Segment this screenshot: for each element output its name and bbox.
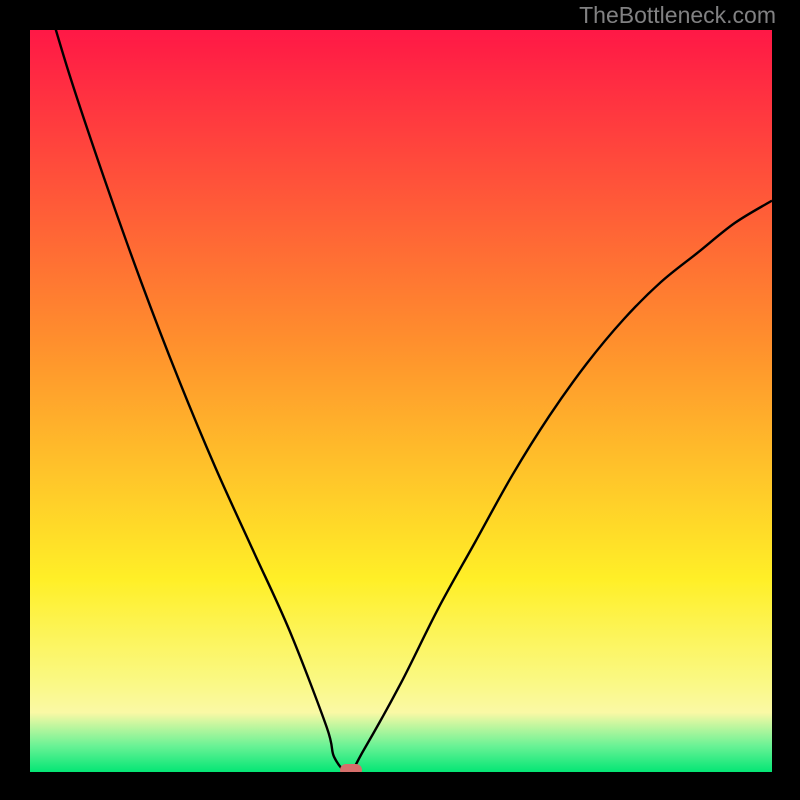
plot-area: [30, 30, 772, 772]
curve-layer: [30, 30, 772, 772]
attribution-text: TheBottleneck.com: [579, 2, 776, 29]
bottleneck-curve: [30, 30, 772, 772]
chart-frame: TheBottleneck.com: [0, 0, 800, 800]
optimum-marker: [340, 764, 362, 772]
